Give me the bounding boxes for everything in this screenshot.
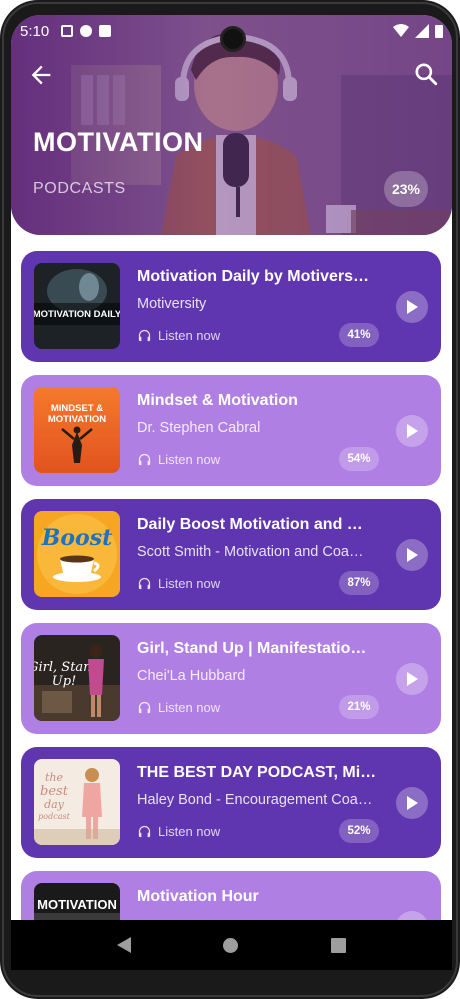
play-button[interactable] xyxy=(396,539,428,571)
podcast-card[interactable]: Boost Daily Boost Motivation and … Scott… xyxy=(21,499,441,610)
sd-card-icon xyxy=(99,25,112,37)
podcast-author: Haley Bond - Encouragement Coa… xyxy=(137,792,373,808)
svg-text:best: best xyxy=(40,784,69,799)
podcast-cover: Girl, Stand Up! xyxy=(34,635,120,721)
podcast-title: Daily Boost Motivation and … xyxy=(137,516,363,533)
app-screen: 5:10 MOTIVATION PODCASTS 23% MOTIVATION … xyxy=(11,15,452,970)
podcast-progress: 54% xyxy=(339,447,379,471)
podcast-progress: 21% xyxy=(339,695,379,719)
play-button[interactable] xyxy=(396,415,428,447)
notification-a-icon xyxy=(61,25,74,37)
play-icon xyxy=(407,424,418,438)
listen-now[interactable]: Listen now xyxy=(137,452,220,467)
podcast-title: Motivation Hour xyxy=(137,888,259,905)
listen-label: Listen now xyxy=(158,700,221,715)
svg-text:Boost: Boost xyxy=(41,525,113,551)
headphones-icon xyxy=(138,453,151,466)
podcast-author: Motiversity xyxy=(137,296,207,312)
podcast-progress: 87% xyxy=(339,571,379,595)
podcast-card[interactable]: MOTIVATION DAILY Motivation Daily by Mot… xyxy=(21,251,441,362)
svg-text:MOTIVATION DAILY: MOTIVATION DAILY xyxy=(34,309,120,320)
listen-label: Listen now xyxy=(158,328,221,343)
listen-label: Listen now xyxy=(158,824,221,839)
listen-now[interactable]: Listen now xyxy=(137,700,220,715)
play-icon xyxy=(407,796,418,810)
podcast-card[interactable]: Girl, Stand Up! Girl, Stand Up | Manifes… xyxy=(21,623,441,734)
listen-now[interactable]: Listen now xyxy=(137,328,220,343)
play-button[interactable] xyxy=(396,787,428,819)
search-icon[interactable] xyxy=(413,61,439,87)
status-time: 5:10 xyxy=(20,22,50,40)
podcast-title: Girl, Stand Up | Manifestatio… xyxy=(137,640,367,657)
headphones-icon xyxy=(138,577,151,590)
podcast-cover: MOTIVATION DAILY xyxy=(34,263,120,349)
podcast-title: Mindset & Motivation xyxy=(137,392,298,409)
notification-app-icon xyxy=(80,25,93,37)
podcast-cover: the best day podcast xyxy=(34,759,120,845)
page-subtitle: PODCASTS xyxy=(33,180,126,197)
listen-now[interactable]: Listen now xyxy=(137,824,220,839)
podcast-title: Motivation Daily by Motivers… xyxy=(137,268,370,285)
podcast-cover: Boost xyxy=(34,511,120,597)
play-button[interactable] xyxy=(396,291,428,323)
listen-label: Listen now xyxy=(158,452,221,467)
svg-text:podcast: podcast xyxy=(38,812,70,821)
podcast-title: THE BEST DAY PODCAST, Mi… xyxy=(137,764,377,781)
listen-now[interactable]: Listen now xyxy=(137,576,220,591)
podcast-progress: 52% xyxy=(339,819,379,843)
podcast-author: Scott Smith - Motivation and Coa… xyxy=(137,544,364,560)
podcast-author: Dr. Stephen Cabral xyxy=(137,420,261,436)
podcast-card[interactable]: the best day podcast THE BEST DAY PODCAS… xyxy=(21,747,441,858)
podcast-cover: MINDSET & MOTIVATION xyxy=(34,387,120,473)
svg-text:the: the xyxy=(45,771,64,784)
podcast-progress: 41% xyxy=(339,323,379,347)
podcast-author: Chei'La Hubbard xyxy=(137,668,246,684)
svg-text:MINDSET &: MINDSET & xyxy=(51,403,103,414)
nav-recents-icon[interactable] xyxy=(330,937,346,953)
svg-text:day: day xyxy=(44,798,65,811)
podcast-card[interactable]: MINDSET & MOTIVATION Mindset & Motivatio… xyxy=(21,375,441,486)
cell-signal-icon xyxy=(415,24,429,38)
headphones-icon xyxy=(138,825,151,838)
listen-label: Listen now xyxy=(158,576,221,591)
headphones-icon xyxy=(138,329,151,342)
system-navigation-bar xyxy=(11,920,452,970)
category-progress-badge: 23% xyxy=(384,171,428,207)
svg-text:MOTIVATION: MOTIVATION xyxy=(37,897,117,912)
battery-icon xyxy=(435,25,443,38)
page-title: MOTIVATION xyxy=(33,127,204,157)
headphones-icon xyxy=(138,701,151,714)
nav-back-icon[interactable] xyxy=(117,937,132,953)
play-icon xyxy=(407,672,418,686)
play-icon xyxy=(407,548,418,562)
svg-text:MOTIVATION: MOTIVATION xyxy=(48,414,106,425)
back-arrow-icon[interactable] xyxy=(27,61,55,89)
front-camera xyxy=(220,26,246,52)
nav-home-icon[interactable] xyxy=(223,937,239,953)
svg-text:Up!: Up! xyxy=(52,674,77,689)
play-icon xyxy=(407,300,418,314)
play-button[interactable] xyxy=(396,663,428,695)
wifi-icon xyxy=(393,24,409,37)
category-header: 5:10 MOTIVATION PODCASTS 23% xyxy=(11,15,452,235)
